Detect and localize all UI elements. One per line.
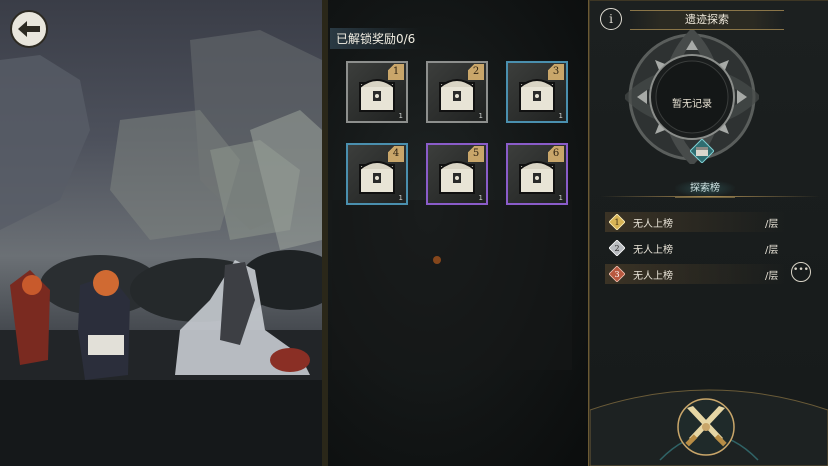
- rank-2-badge-icon: 2: [609, 240, 625, 256]
- rank-1-badge-icon: 1: [609, 214, 625, 230]
- reward-chest-2[interactable]: 21: [426, 61, 488, 123]
- ranking-row: 1 无人上榜 /层: [605, 212, 785, 232]
- divider: [600, 196, 820, 197]
- chest-number: 1: [388, 64, 404, 80]
- chest-number: 6: [548, 146, 564, 162]
- rank-3-badge-icon: 3: [609, 266, 625, 282]
- reward-chest-1[interactable]: 11: [346, 61, 408, 123]
- info-icon[interactable]: i: [600, 8, 622, 30]
- chest-count: 1: [558, 112, 563, 120]
- reward-chest-5[interactable]: 51: [426, 143, 488, 205]
- chest-count: 1: [478, 112, 483, 120]
- ranking-name: 无人上榜: [633, 219, 673, 230]
- ranking-name: 无人上榜: [633, 271, 673, 282]
- more-options-button[interactable]: •••: [791, 262, 811, 282]
- ranking-row: 2 无人上榜 /层: [605, 238, 785, 258]
- no-record-label: 暂无记录: [672, 99, 712, 110]
- scene-illustration: [0, 30, 322, 466]
- chest-count: 1: [478, 194, 483, 202]
- svg-text:2: 2: [614, 244, 619, 253]
- treasure-chest-icon[interactable]: [690, 139, 714, 163]
- panel-title: 遗迹探索: [630, 10, 784, 30]
- chest-count: 1: [398, 112, 403, 120]
- reward-chest-6[interactable]: 61: [506, 143, 568, 205]
- ranking-unit: /层: [765, 271, 779, 282]
- ranking-row: 3 无人上榜 /层: [605, 264, 785, 284]
- chest-number: 2: [468, 64, 484, 80]
- back-arrow-icon: [18, 21, 40, 37]
- ranking-unit: /层: [765, 245, 779, 256]
- svg-text:3: 3: [614, 270, 619, 279]
- chest-count: 1: [398, 194, 403, 202]
- start-exploration-button[interactable]: [673, 394, 739, 460]
- battle-scene: [0, 0, 322, 466]
- chest-count: 1: [558, 194, 563, 202]
- reward-chest-4[interactable]: 41: [346, 143, 408, 205]
- chest-number: 4: [388, 146, 404, 162]
- ranking-unit: /层: [765, 219, 779, 230]
- crossed-swords-icon: [677, 398, 735, 456]
- svg-text:1: 1: [614, 218, 619, 227]
- chest-number: 5: [468, 146, 484, 162]
- back-button[interactable]: [10, 10, 48, 48]
- ranking-name: 无人上榜: [633, 245, 673, 256]
- reward-chest-3[interactable]: 31: [506, 61, 568, 123]
- rewards-unlocked-title: 已解锁奖励0/6: [330, 28, 422, 49]
- chest-number: 3: [548, 64, 564, 80]
